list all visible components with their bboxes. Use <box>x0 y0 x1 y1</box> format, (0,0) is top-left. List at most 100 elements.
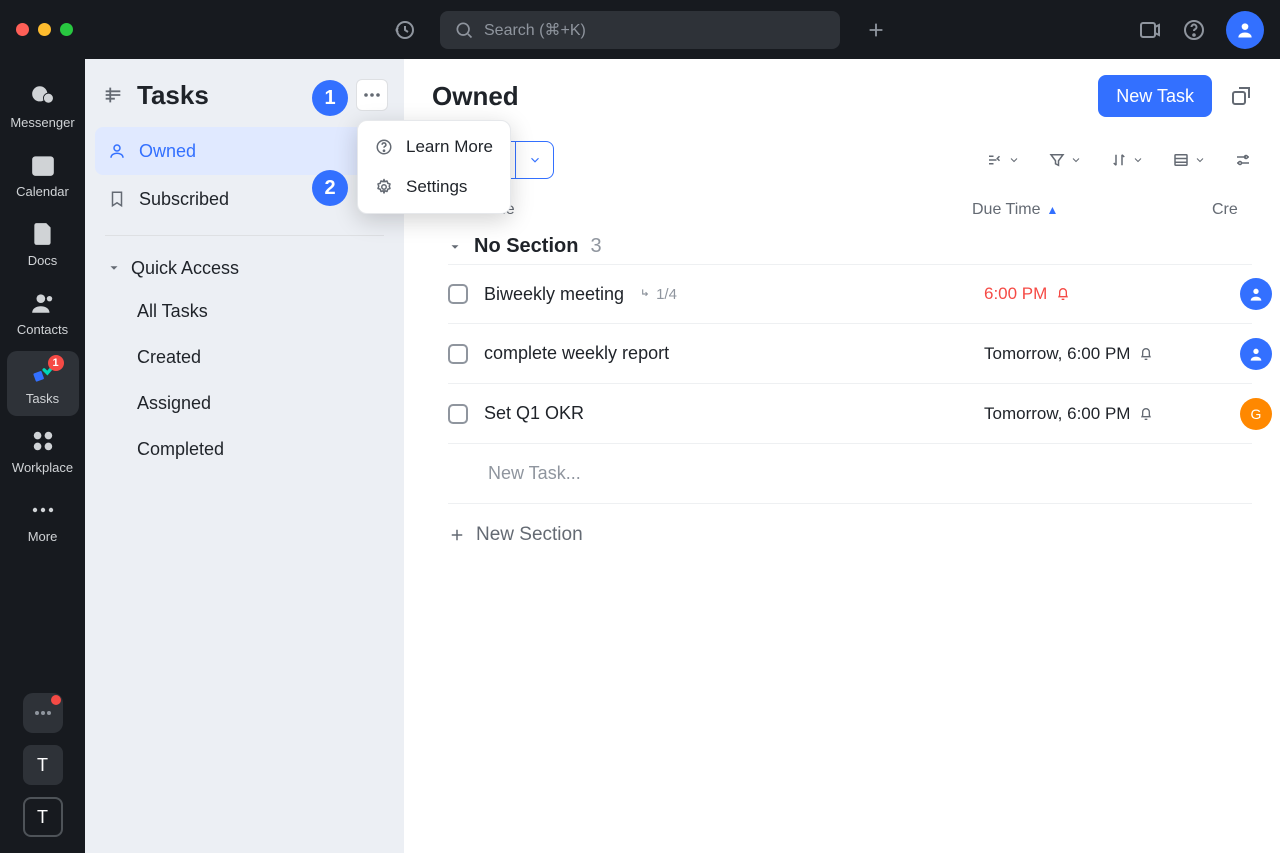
traffic-lights <box>16 23 73 36</box>
chevron-down-icon <box>1070 154 1082 166</box>
sidebar-title: Tasks <box>137 80 209 111</box>
toolbar-settings-button[interactable] <box>1234 151 1252 169</box>
search-icon <box>454 20 474 40</box>
annotation-2: 2 <box>312 170 348 206</box>
section-header[interactable]: No Section 3 <box>404 229 1280 264</box>
task-checkbox[interactable] <box>448 344 468 364</box>
caret-down-icon <box>107 261 121 275</box>
task-title-text: Biweekly meeting <box>484 284 624 305</box>
popout-icon[interactable] <box>1226 81 1256 111</box>
window-minimize[interactable] <box>38 23 51 36</box>
toolbar-filter-button[interactable] <box>1048 151 1082 169</box>
collapse-sidebar-icon[interactable] <box>101 83 125 107</box>
task-title-text: Set Q1 OKR <box>484 403 584 424</box>
task-avatar[interactable] <box>1240 278 1272 310</box>
contacts-icon <box>30 290 56 316</box>
sidebar-item-calendar[interactable]: 13 Calendar <box>7 144 79 209</box>
subtask-icon <box>638 287 652 301</box>
ctx-learn-more[interactable]: Learn More <box>364 127 504 167</box>
help-icon[interactable] <box>1182 18 1206 42</box>
rail-label: Messenger <box>10 115 74 130</box>
sidebar-item-label: Owned <box>139 141 196 162</box>
sidebar-item-workplace[interactable]: Workplace <box>7 420 79 485</box>
history-icon[interactable] <box>392 18 416 42</box>
rail-label: Workplace <box>12 460 73 475</box>
help-icon <box>374 137 394 157</box>
sidebar-item-more[interactable]: More <box>7 489 79 554</box>
avatar[interactable] <box>1226 11 1264 49</box>
toolbar-view-button[interactable] <box>1172 151 1206 169</box>
gear-icon <box>374 177 394 197</box>
task-avatar[interactable]: G <box>1240 398 1272 430</box>
bell-icon <box>1055 286 1071 302</box>
task-checkbox[interactable] <box>448 404 468 424</box>
task-due: Tomorrow, 6:00 PM <box>984 344 1224 364</box>
segmented-dropdown-button[interactable] <box>516 141 554 179</box>
sort-asc-icon: ▲ <box>1046 203 1058 217</box>
compose-button[interactable] <box>864 18 888 42</box>
bell-icon <box>1138 406 1154 422</box>
column-creator[interactable]: Cre <box>1212 201 1252 219</box>
toolbar-group-button[interactable] <box>986 151 1020 169</box>
task-title-text: complete weekly report <box>484 343 669 364</box>
tasks-badge: 1 <box>48 355 64 371</box>
table-row[interactable]: Biweekly meeting 1/4 6:00 PM <box>448 264 1252 324</box>
task-avatar[interactable] <box>1240 338 1272 370</box>
divider <box>105 235 384 236</box>
sidebar-more-button[interactable] <box>356 79 388 111</box>
chevron-down-icon <box>528 153 542 167</box>
column-due[interactable]: Due Time ▲ <box>972 201 1212 219</box>
quick-access-label: Quick Access <box>131 258 239 279</box>
rail-tenant-2[interactable]: T <box>23 797 63 837</box>
new-task-inline[interactable]: New Task... <box>448 444 1252 504</box>
ctx-label: Settings <box>406 177 467 197</box>
sidebar-item-messenger[interactable]: Messenger <box>7 75 79 140</box>
rail-tenant-1[interactable]: T <box>23 745 63 785</box>
quick-access-assigned[interactable]: Assigned <box>95 380 394 426</box>
search-placeholder: Search (⌘+K) <box>484 20 586 40</box>
section-count: 3 <box>590 235 601 258</box>
sidebar-item-label: Subscribed <box>139 189 229 210</box>
docs-icon <box>30 221 56 247</box>
sidebar-item-owned[interactable]: Owned <box>95 127 394 175</box>
sidebar-item-contacts[interactable]: Contacts <box>7 282 79 347</box>
bell-icon <box>1138 346 1154 362</box>
subtask-indicator: 1/4 <box>638 286 677 303</box>
person-icon <box>107 141 127 161</box>
chevron-down-icon <box>1008 154 1020 166</box>
window-maximize[interactable] <box>60 23 73 36</box>
caret-down-icon <box>448 240 462 254</box>
new-task-button[interactable]: New Task <box>1098 75 1212 117</box>
task-checkbox[interactable] <box>448 284 468 304</box>
rail-apps-button[interactable] <box>23 693 63 733</box>
quick-access-created[interactable]: Created <box>95 334 394 380</box>
task-due: Tomorrow, 6:00 PM <box>984 404 1224 424</box>
sidebar-item-tasks[interactable]: 1 Tasks <box>7 351 79 416</box>
svg-text:13: 13 <box>36 161 48 173</box>
titlebar: Search (⌘+K) <box>0 0 1280 59</box>
new-section-button[interactable]: New Section <box>404 504 1280 546</box>
quick-access-completed[interactable]: Completed <box>95 426 394 472</box>
table-row[interactable]: complete weekly report Tomorrow, 6:00 PM <box>448 324 1252 384</box>
quick-access-header[interactable]: Quick Access <box>95 248 394 288</box>
sidebar-item-docs[interactable]: Docs <box>7 213 79 278</box>
toolbar-sort-button[interactable] <box>1110 151 1144 169</box>
ctx-settings[interactable]: Settings <box>364 167 504 207</box>
search-input[interactable]: Search (⌘+K) <box>440 11 840 49</box>
window-close[interactable] <box>16 23 29 36</box>
quick-access-all-tasks[interactable]: All Tasks <box>95 288 394 334</box>
ctx-label: Learn More <box>406 137 493 157</box>
chevron-down-icon <box>1132 154 1144 166</box>
sidebar-apps-icon[interactable] <box>1138 18 1162 42</box>
workplace-icon <box>30 428 56 454</box>
sidebar-item-subscribed[interactable]: Subscribed <box>95 175 394 223</box>
column-title[interactable]: Task Title <box>448 201 972 219</box>
notification-dot <box>51 695 61 705</box>
rail-label: Tasks <box>26 391 59 406</box>
task-due: 6:00 PM <box>984 284 1224 304</box>
rail-label: More <box>28 529 58 544</box>
annotation-1: 1 <box>312 80 348 116</box>
rail-label: Contacts <box>17 322 68 337</box>
chevron-down-icon <box>1194 154 1206 166</box>
table-row[interactable]: Set Q1 OKR Tomorrow, 6:00 PM G <box>448 384 1252 444</box>
